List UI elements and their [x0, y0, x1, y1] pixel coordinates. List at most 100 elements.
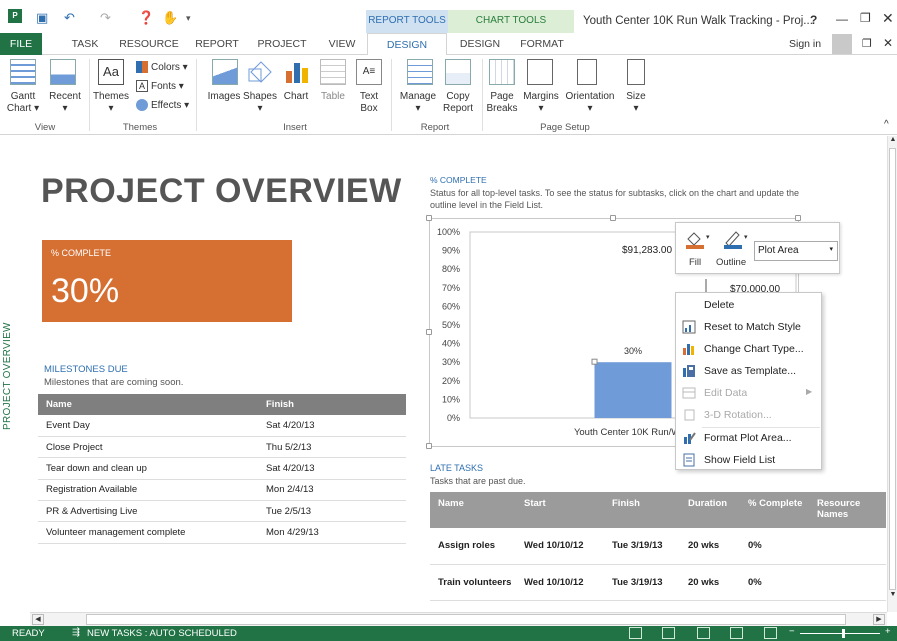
recent-button[interactable]: Recent ▾: [46, 91, 84, 115]
outline-icon[interactable]: [722, 229, 744, 249]
tab-chart-format[interactable]: FORMAT: [514, 33, 570, 55]
table-row[interactable]: Close Project Thu 5/2/13: [38, 436, 406, 459]
help-button[interactable]: ?: [810, 13, 817, 27]
help-qat-icon[interactable]: ❓: [138, 10, 154, 26]
signin-link[interactable]: Sign in: [789, 38, 821, 50]
orientation-button[interactable]: Orientation ▾: [562, 91, 618, 115]
effects-button[interactable]: Effects ▾: [151, 100, 189, 112]
outline-dropdown-icon[interactable]: ▾: [744, 233, 748, 241]
zoom-in-button[interactable]: +: [885, 626, 891, 637]
scroll-thumb[interactable]: [889, 148, 896, 590]
percent-complete-box[interactable]: % COMPLETE 30%: [42, 240, 292, 322]
team-planner-icon[interactable]: [697, 627, 710, 639]
hscroll-thumb[interactable]: [86, 614, 846, 625]
milestones-table[interactable]: Name Finish Event Day Sat 4/20/13 Close P…: [38, 394, 406, 544]
scroll-left-icon[interactable]: ◀: [32, 614, 44, 625]
zoom-thumb[interactable]: [842, 629, 845, 638]
colors-button[interactable]: Colors ▾: [151, 62, 188, 74]
tab-chart-design[interactable]: DESIGN: [452, 33, 508, 55]
tab-project[interactable]: PROJECT: [254, 33, 310, 55]
menu-item-reset-style[interactable]: Reset to Match Style: [676, 316, 823, 338]
tab-resource[interactable]: RESOURCE: [114, 33, 184, 55]
resize-handle[interactable]: [426, 329, 432, 335]
zoom-out-button[interactable]: −: [789, 626, 795, 637]
new-tasks-icon[interactable]: ⇶: [72, 627, 80, 638]
close-button[interactable]: ✕: [882, 10, 894, 27]
textbox-button[interactable]: Text Box: [352, 91, 386, 115]
menu-item-delete[interactable]: Delete: [676, 294, 823, 316]
fill-dropdown-icon[interactable]: ▾: [706, 233, 710, 241]
resize-handle[interactable]: [426, 443, 432, 449]
project-app-icon[interactable]: P: [8, 9, 22, 23]
copy-report-button[interactable]: Copy Report: [440, 91, 476, 115]
page-breaks-icon[interactable]: [489, 59, 515, 85]
page-title[interactable]: PROJECT OVERVIEW: [41, 172, 402, 211]
collapse-ribbon-icon[interactable]: ^: [884, 119, 889, 130]
ribbon-display-icon[interactable]: ❐: [862, 37, 872, 50]
menu-item-3d-rotation[interactable]: 3-D Rotation...: [676, 404, 823, 426]
menu-item-format-plot-area[interactable]: Format Plot Area...: [676, 427, 823, 449]
images-icon[interactable]: [212, 59, 238, 85]
tab-report-design[interactable]: DESIGN: [367, 33, 447, 56]
manage-button[interactable]: Manage ▾: [396, 91, 440, 115]
table-row[interactable]: PR & Advertising Live Tue 2/5/13: [38, 500, 406, 523]
table-row[interactable]: Tear down and clean up Sat 4/20/13: [38, 457, 406, 480]
scroll-up-icon[interactable]: ▲: [888, 136, 897, 146]
menu-item-show-field-list[interactable]: Show Field List: [676, 449, 823, 471]
fonts-button[interactable]: Fonts ▾: [151, 81, 184, 93]
late-tasks-table[interactable]: Name Start Finish Duration % Complete Re…: [430, 492, 886, 601]
orientation-icon[interactable]: [577, 59, 597, 85]
table-row[interactable]: Volunteer management complete Mon 4/29/13: [38, 521, 406, 544]
chart-icon[interactable]: [283, 59, 309, 85]
redo-icon[interactable]: ↷: [100, 10, 111, 26]
margins-icon[interactable]: [527, 59, 553, 85]
table-row[interactable]: Event Day Sat 4/20/13: [38, 415, 406, 437]
textbox-icon[interactable]: A≡: [356, 59, 382, 85]
chart-element-select[interactable]: Plot Area ▾: [754, 241, 838, 261]
touch-mode-icon[interactable]: ✋: [162, 10, 178, 26]
resize-handle[interactable]: [795, 215, 801, 221]
menu-item-edit-data[interactable]: Edit Data ▶: [676, 382, 823, 404]
task-usage-icon[interactable]: [662, 627, 675, 639]
gantt-chart-button[interactable]: Gantt Chart ▾: [4, 91, 42, 115]
resource-sheet-icon[interactable]: [730, 627, 743, 639]
tab-task[interactable]: TASK: [65, 33, 105, 55]
close-doc-icon[interactable]: ✕: [883, 36, 893, 50]
minimize-button[interactable]: —: [836, 12, 848, 26]
manage-icon[interactable]: [407, 59, 433, 85]
table-button[interactable]: Table: [316, 91, 350, 103]
table-row[interactable]: Assign roles Wed 10/10/12 Tue 3/19/13 20 wk…: [430, 528, 886, 565]
tab-file[interactable]: FILE: [0, 33, 42, 55]
horizontal-scrollbar[interactable]: ◀ ▶: [30, 612, 887, 626]
scroll-right-icon[interactable]: ▶: [873, 614, 885, 625]
shapes-icon[interactable]: [247, 59, 273, 85]
zoom-slider[interactable]: [800, 633, 880, 634]
table-row[interactable]: Registration Available Mon 2/4/13: [38, 479, 406, 502]
themes-icon[interactable]: Aa: [98, 59, 124, 85]
menu-item-save-template[interactable]: Save as Template...: [676, 360, 823, 382]
chart-button[interactable]: Chart: [280, 91, 312, 103]
vertical-scrollbar[interactable]: ▲ ▼: [887, 136, 897, 612]
gantt-chart-icon[interactable]: [10, 59, 36, 85]
report-view-icon[interactable]: [764, 627, 777, 639]
resize-handle[interactable]: [426, 215, 432, 221]
scroll-down-icon[interactable]: ▼: [888, 591, 897, 601]
images-button[interactable]: Images: [202, 91, 246, 103]
themes-button[interactable]: Themes ▾: [92, 91, 130, 115]
restore-button[interactable]: ❐: [860, 11, 871, 25]
gantt-view-icon[interactable]: [629, 627, 642, 639]
recent-icon[interactable]: [50, 59, 76, 85]
customize-qat-icon[interactable]: ▾: [186, 13, 191, 24]
undo-icon[interactable]: ↶: [64, 10, 75, 26]
table-icon[interactable]: [320, 59, 346, 85]
tab-view[interactable]: VIEW: [322, 33, 362, 55]
new-tasks-mode[interactable]: NEW TASKS : AUTO SCHEDULED: [87, 628, 237, 639]
tab-report[interactable]: REPORT: [194, 33, 240, 55]
fill-icon[interactable]: [684, 229, 706, 249]
save-icon[interactable]: ▣: [36, 10, 48, 26]
size-icon[interactable]: [627, 59, 645, 85]
margins-button[interactable]: Margins ▾: [520, 91, 562, 115]
resize-handle[interactable]: [610, 215, 616, 221]
page-breaks-button[interactable]: Page Breaks: [484, 91, 520, 115]
shapes-button[interactable]: Shapes ▾: [242, 91, 278, 115]
